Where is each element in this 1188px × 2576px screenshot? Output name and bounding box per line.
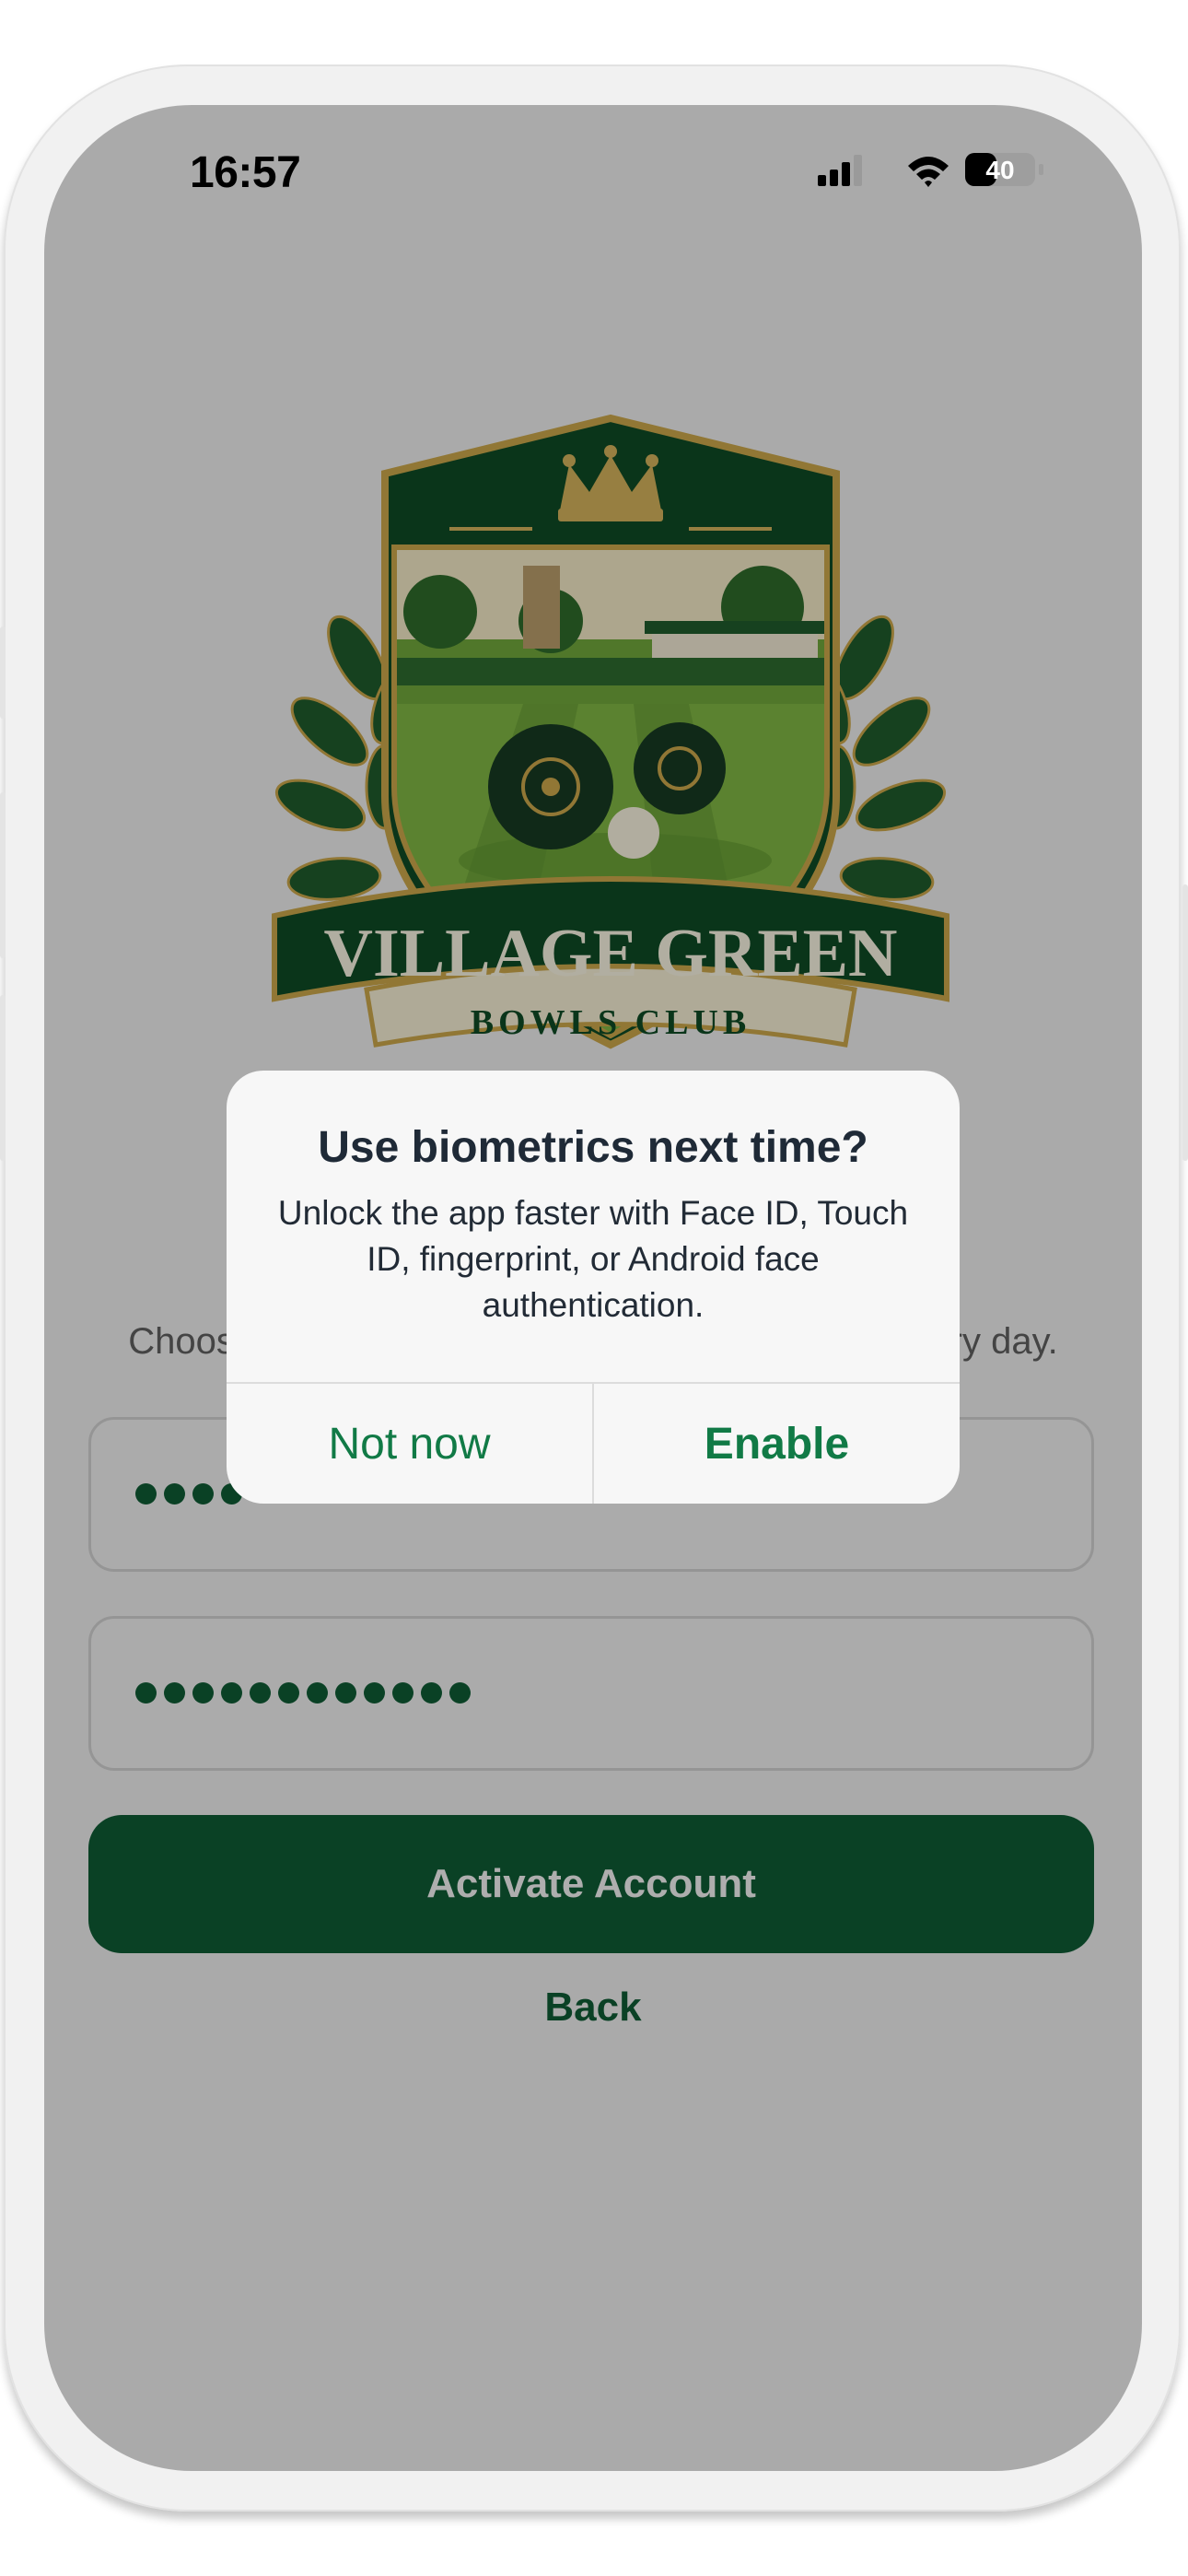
alert-title: Use biometrics next time? — [318, 1123, 868, 1172]
battery-level-text: 40 — [985, 156, 1014, 184]
biometrics-alert: Use biometrics next time? Unlock the app… — [227, 1071, 960, 1504]
status-icons: 40 — [818, 153, 1043, 187]
status-time: 16:57 — [190, 148, 301, 197]
battery-icon: 40 — [965, 153, 1043, 186]
side-button-right — [1182, 884, 1188, 1161]
side-button-left-3 — [0, 995, 6, 1161]
app-screen: 16:57 40 VILLAGE GREEN BOWLS CLUB Choose… — [44, 105, 1142, 2471]
enable-button[interactable]: Enable — [594, 1384, 960, 1504]
side-button-left-2 — [0, 792, 6, 958]
alert-message: Unlock the app faster with Face ID, Touc… — [277, 1194, 909, 1324]
wifi-icon — [908, 157, 949, 187]
not-now-button[interactable]: Not now — [227, 1384, 592, 1504]
side-button-left-1 — [0, 626, 6, 719]
signal-icon — [818, 155, 862, 186]
